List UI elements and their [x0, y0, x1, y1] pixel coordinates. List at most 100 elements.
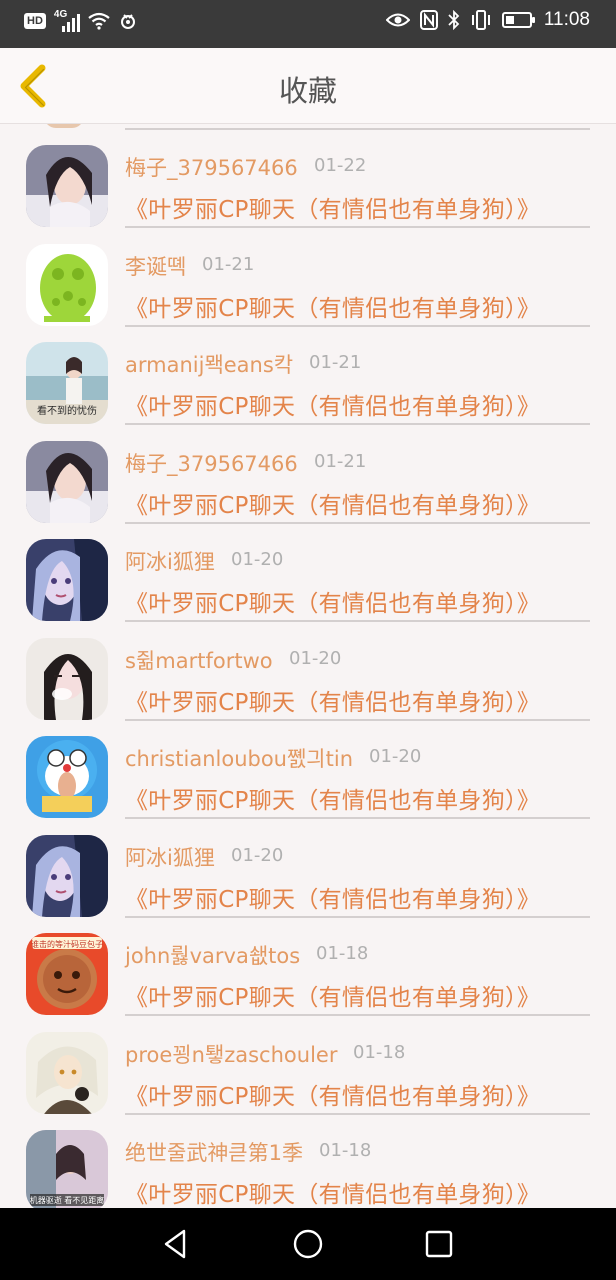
- timestamp: 01-18: [353, 1041, 406, 1063]
- row-divider: [125, 718, 590, 721]
- user-name[interactable]: 绝世줄武神큳第1季: [125, 1137, 303, 1167]
- nav-home-button[interactable]: [290, 1226, 326, 1262]
- row-divider: [125, 521, 590, 524]
- avatar-image: [26, 736, 108, 818]
- bluetooth-icon: [448, 10, 460, 30]
- avatar[interactable]: [26, 736, 108, 818]
- timestamp: 01-21: [202, 253, 255, 275]
- message-preview[interactable]: 《叶罗丽CP聊天（有情侣也有单身狗）》: [125, 289, 595, 323]
- nav-back-button[interactable]: [158, 1226, 194, 1262]
- list-item[interactable]: proe꾕n퇳zaschouler 01-18 《叶罗丽CP聊天（有情侣也有单身…: [0, 1031, 616, 1130]
- nav-recents-button[interactable]: [421, 1226, 457, 1262]
- row-divider: [125, 1014, 590, 1016]
- user-name[interactable]: proe꾕n퇳zaschouler: [125, 1039, 337, 1069]
- row-divider: [125, 128, 590, 130]
- avatar[interactable]: 看不到的忧伤: [26, 342, 108, 424]
- list-item[interactable]: 李诞뗵 01-21 《叶罗丽CP聊天（有情侣也有单身狗）》: [0, 243, 616, 342]
- message-preview[interactable]: 《叶罗丽CP聊天（有情侣也有单身狗）》: [125, 1175, 595, 1208]
- avatar[interactable]: [26, 243, 108, 326]
- signal-4g-icon: 4G: [54, 9, 80, 32]
- user-name[interactable]: armanij뫡eans칵: [125, 349, 293, 379]
- svg-text:谁击的等汁码豆包子: 谁击的等汁码豆包子: [31, 939, 103, 949]
- list-item[interactable]: 阿冰i狐狸 01-20 《叶罗丽CP聊天（有情侣也有单身狗）》: [0, 834, 616, 933]
- header: 收藏: [0, 48, 616, 124]
- row-divider: [125, 226, 590, 228]
- avatar[interactable]: [26, 539, 108, 621]
- status-bar-right: 11:08: [385, 9, 590, 31]
- timestamp: 01-21: [314, 450, 367, 472]
- message-preview[interactable]: 《叶罗丽CP聊天（有情侣也有单身狗）》: [125, 683, 595, 717]
- avatar-image: [26, 440, 108, 523]
- user-name[interactable]: 梅子_379567466: [125, 448, 298, 478]
- avatar-image: 看不到的忧伤: [26, 342, 108, 424]
- list-item[interactable]: 梅子_379567466 01-22 《叶罗丽CP聊天（有情侣也有单身狗）》: [0, 145, 616, 243]
- message-preview[interactable]: 《叶罗丽CP聊天（有情侣也有单身狗）》: [125, 978, 595, 1012]
- row-divider: [125, 915, 590, 918]
- avatar[interactable]: [26, 834, 108, 917]
- list-item[interactable]: 谁击的等汁码豆包子 john뤓varva쇖tos 01-18 《叶罗丽CP聊天（…: [0, 933, 616, 1031]
- message-preview[interactable]: 《叶罗丽CP聊天（有情侣也有单身狗）》: [125, 190, 595, 224]
- row-divider: [125, 1112, 590, 1115]
- user-name[interactable]: 李诞뗵: [125, 251, 186, 281]
- list-item[interactable]: 阿冰i狐狸 01-20 《叶罗丽CP聊天（有情侣也有单身狗）》: [0, 539, 616, 637]
- message-preview[interactable]: 《叶罗丽CP聊天（有情侣也有单身狗）》: [125, 1077, 595, 1111]
- favorites-list[interactable]: 梅子_379567466 01-22 《叶罗丽CP聊天（有情侣也有单身狗）》 李…: [0, 124, 616, 1208]
- avatar-image: [26, 539, 108, 621]
- avatar[interactable]: 谁击的等汁码豆包子: [26, 933, 108, 1015]
- page-title: 收藏: [278, 74, 337, 108]
- vibrate-icon: [471, 10, 490, 30]
- hd-icon: HD: [24, 13, 46, 29]
- user-name[interactable]: christianloubou쪬긔tin: [125, 743, 353, 773]
- message-preview[interactable]: 《叶罗丽CP聊天（有情侣也有单身狗）》: [125, 486, 595, 520]
- wifi-icon: [88, 12, 110, 30]
- user-name[interactable]: 阿冰i狐狸: [125, 842, 215, 872]
- timestamp: 01-20: [369, 746, 422, 767]
- app-notification-icon: [120, 14, 135, 29]
- timestamp: 01-21: [309, 352, 362, 373]
- timestamp: 01-22: [314, 155, 367, 176]
- timestamp: 01-20: [231, 844, 284, 866]
- circle-home-icon: [293, 1229, 323, 1259]
- square-recents-icon: [425, 1230, 453, 1258]
- svg-text:看不到的忧伤: 看不到的忧伤: [37, 404, 97, 417]
- message-preview[interactable]: 《叶罗丽CP聊天（有情侣也有单身狗）》: [125, 584, 595, 618]
- row-divider: [125, 423, 590, 425]
- status-bar: HD 4G 11:08: [0, 0, 616, 48]
- user-name[interactable]: s쥚martfortwo: [125, 645, 273, 675]
- battery-icon: [501, 12, 535, 28]
- battery-level: [505, 16, 514, 24]
- avatar-image: [26, 834, 108, 917]
- status-bar-left: HD 4G: [24, 9, 138, 32]
- triangle-back-icon: [164, 1229, 186, 1259]
- avatar[interactable]: [26, 440, 108, 523]
- avatar-image: [26, 1031, 108, 1114]
- avatar-image: [26, 145, 108, 227]
- message-preview[interactable]: 《叶罗丽CP聊天（有情侣也有单身狗）》: [125, 387, 595, 421]
- timestamp: 01-18: [316, 943, 369, 964]
- user-name[interactable]: john뤓varva쇖tos: [125, 940, 300, 970]
- avatar[interactable]: [26, 1031, 108, 1114]
- avatar[interactable]: [26, 145, 108, 227]
- avatar-image: 机器驱逝 看不见距离: [26, 1130, 108, 1208]
- list-item[interactable]: s쥚martfortwo 01-20 《叶罗丽CP聊天（有情侣也有单身狗）》: [0, 637, 616, 736]
- user-name[interactable]: 阿冰i狐狸: [125, 546, 215, 576]
- avatar-image: 谁击的等汁码豆包子: [26, 933, 108, 1015]
- message-preview[interactable]: 《叶罗丽CP聊天（有情侣也有单身狗）》: [125, 781, 595, 815]
- eye-icon: [385, 13, 410, 27]
- avatar[interactable]: 机器驱逝 看不见距离: [26, 1130, 108, 1208]
- message-preview[interactable]: 《叶罗丽CP聊天（有情侣也有单身狗）》: [125, 880, 595, 914]
- navigation-bar: [0, 1208, 616, 1280]
- clock: 11:08: [543, 9, 590, 30]
- list-item[interactable]: 梅子_379567466 01-21 《叶罗丽CP聊天（有情侣也有单身狗）》: [0, 440, 616, 539]
- row-divider: [125, 324, 590, 327]
- nfc-icon: [419, 10, 438, 30]
- avatar[interactable]: [26, 637, 108, 720]
- list-item[interactable]: 看不到的忧伤 armanij뫡eans칵 01-21 《叶罗丽CP聊天（有情侣也…: [0, 342, 616, 440]
- avatar-image: [26, 243, 108, 326]
- user-name[interactable]: 梅子_379567466: [125, 152, 298, 182]
- list-item[interactable]: 机器驱逝 看不见距离 绝世줄武神큳第1季 01-18 《叶罗丽CP聊天（有情侣也…: [0, 1130, 616, 1208]
- avatar-image: [26, 637, 108, 720]
- timestamp: 01-18: [319, 1140, 372, 1161]
- list-item[interactable]: christianloubou쪬긔tin 01-20 《叶罗丽CP聊天（有情侣也…: [0, 736, 616, 834]
- timestamp: 01-20: [231, 549, 284, 570]
